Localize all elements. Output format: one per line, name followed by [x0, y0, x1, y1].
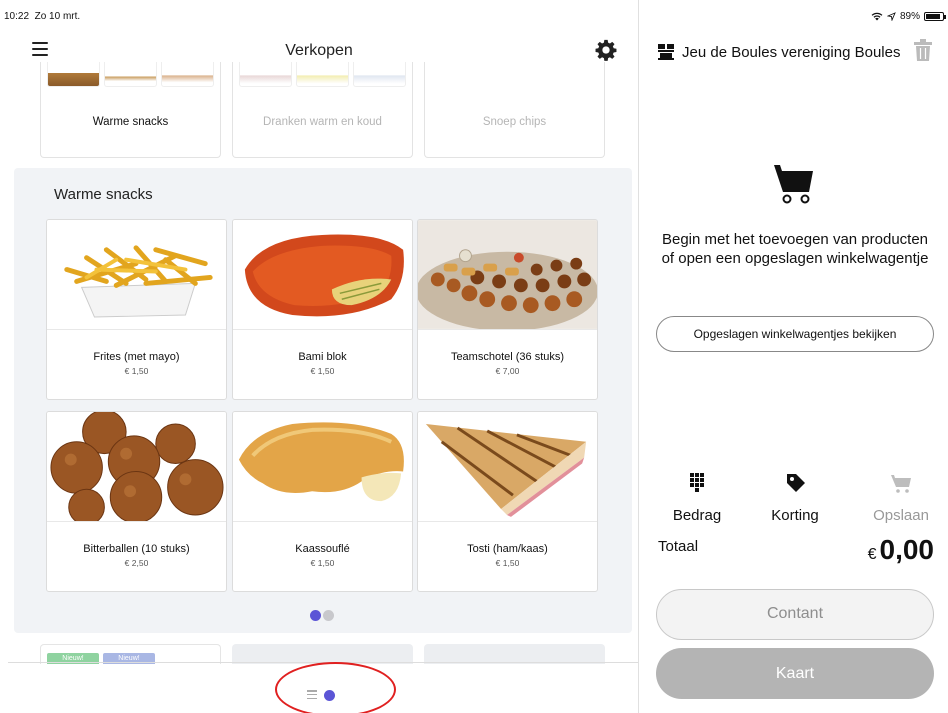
- list-view-icon[interactable]: [307, 690, 317, 699]
- discount-label: Korting: [771, 507, 819, 524]
- cart-icon: [891, 475, 911, 493]
- tosti-image: [418, 412, 597, 522]
- product-price: € 1,50: [124, 366, 149, 376]
- product-price: € 1,50: [310, 366, 335, 376]
- category-tile-partial[interactable]: [232, 644, 413, 664]
- cart-panel: Jeu de Boules vereniging Boules Begin me…: [639, 0, 948, 713]
- category-label: Warme snacks: [92, 116, 169, 128]
- sales-panel: Verkopen Warme snacks Dranken warm en ko…: [0, 0, 638, 713]
- product-bami-blok[interactable]: Bami blok € 1,50: [232, 219, 413, 400]
- page-dot-active[interactable]: [310, 610, 321, 621]
- save-label: Opslaan: [873, 507, 929, 524]
- total-value: 0,00: [879, 534, 935, 565]
- bami-block-image: [233, 220, 412, 330]
- store-icon: [658, 44, 674, 60]
- category-tile-partial[interactable]: [424, 644, 605, 664]
- gear-icon[interactable]: [595, 39, 617, 61]
- kaassoufle-image: [233, 412, 412, 522]
- category-thumbnails: [239, 62, 406, 87]
- product-bitterballen[interactable]: Bitterballen (10 stuks) € 2,50: [46, 411, 227, 592]
- shop-name: Jeu de Boules vereniging Boules: [682, 43, 901, 61]
- category-label: Snoep chips: [482, 116, 547, 128]
- product-price: € 2,50: [124, 558, 149, 568]
- category-tile-partial[interactable]: Nieuw! Nieuw!: [40, 644, 221, 664]
- product-teamschotel[interactable]: Teamschotel (36 stuks) € 7,00: [417, 219, 598, 400]
- shop-header: Jeu de Boules vereniging Boules: [657, 40, 929, 64]
- total-label: Totaal: [658, 538, 699, 555]
- card-button[interactable]: Kaart: [656, 648, 934, 699]
- category-dranken[interactable]: Dranken warm en koud: [232, 62, 413, 158]
- amount-button[interactable]: Bedrag: [657, 472, 737, 524]
- discount-tag-icon: [787, 474, 805, 492]
- category-snoep-chips[interactable]: Snoep chips: [424, 62, 605, 158]
- empty-cart-message: Begin met het toevoegen van producten of…: [661, 231, 929, 267]
- product-price: € 1,50: [495, 558, 520, 568]
- trash-icon[interactable]: [913, 38, 933, 62]
- product-name: Tosti (ham/kaas): [467, 543, 548, 555]
- category-thumbnails: [47, 62, 214, 87]
- product-name: Teamschotel (36 stuks): [450, 351, 565, 363]
- product-kaassoufle[interactable]: Kaassouflé € 1,50: [232, 411, 413, 592]
- menu-icon[interactable]: [32, 42, 48, 56]
- page-dot[interactable]: [323, 610, 334, 621]
- cash-button[interactable]: Contant: [656, 589, 934, 640]
- save-cart-button[interactable]: Opslaan: [861, 472, 941, 524]
- product-price: € 7,00: [495, 366, 520, 376]
- grid-view-dot[interactable]: [324, 690, 335, 701]
- fries-image: [47, 220, 226, 330]
- category-warme-snacks[interactable]: Warme snacks: [40, 62, 221, 158]
- category-label: Dranken warm en koud: [263, 116, 382, 128]
- shopping-cart-icon: [774, 165, 813, 204]
- keypad-icon: [690, 473, 704, 492]
- annotation-ellipse: [275, 662, 396, 713]
- amount-label: Bedrag: [672, 507, 722, 524]
- product-name: Kaassouflé: [295, 543, 350, 555]
- view-saved-carts-button[interactable]: Opgeslagen winkelwagentjes bekijken: [656, 316, 934, 352]
- bitterballen-image: [47, 412, 226, 522]
- product-frites[interactable]: Frites (met mayo) € 1,50: [46, 219, 227, 400]
- product-name: Bami blok: [298, 351, 347, 363]
- product-price: € 1,50: [310, 558, 335, 568]
- product-name: Frites (met mayo): [93, 351, 180, 363]
- pagination-dots[interactable]: [310, 610, 334, 621]
- bottom-bar-divider: [8, 662, 638, 663]
- total-amount: € 0,00: [868, 534, 934, 566]
- section-title: Warme snacks: [54, 186, 153, 203]
- snack-platter-image: [418, 220, 597, 330]
- product-name: Bitterballen (10 stuks): [83, 543, 190, 555]
- product-tosti[interactable]: Tosti (ham/kaas) € 1,50: [417, 411, 598, 592]
- expanded-category-panel: Warme snacks Frites (met mayo) € 1,50 Ba…: [14, 168, 632, 633]
- currency-symbol: €: [867, 546, 877, 563]
- discount-button[interactable]: Korting: [755, 472, 835, 524]
- page-title: Verkopen: [285, 42, 353, 59]
